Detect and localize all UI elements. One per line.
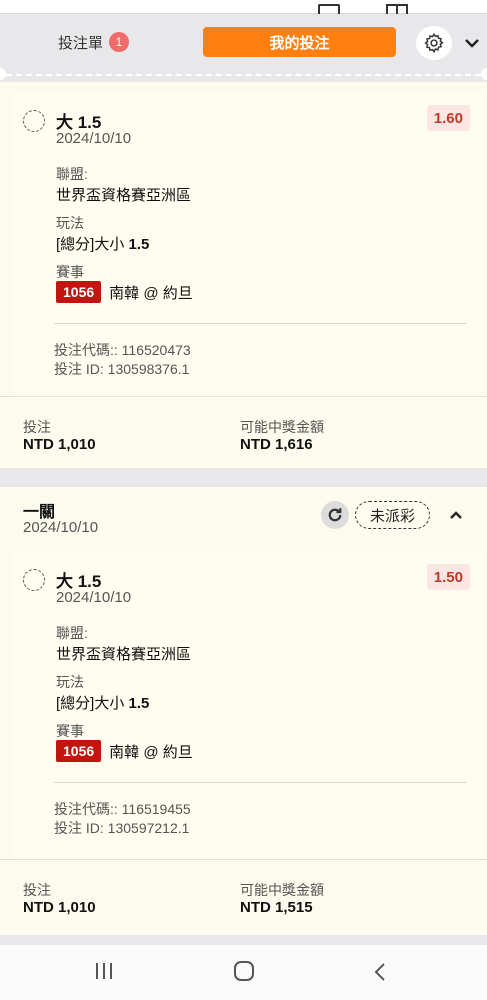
event-id-badge: 1056 [56, 281, 102, 303]
bet-tabs: 投注單 1 我的投注 [0, 14, 487, 74]
recent-apps-icon [103, 963, 105, 979]
league-label: 聯盟: [56, 625, 88, 641]
ticket-notch [481, 68, 487, 80]
ticket-perforation [6, 74, 481, 76]
divider [0, 859, 487, 860]
stake-label: 投注 [23, 419, 51, 435]
event-name: 南韓 @ 約旦 [109, 743, 193, 761]
market-label: 玩法 [56, 674, 84, 690]
stake-label: 投注 [23, 882, 51, 898]
refresh-button[interactable] [321, 501, 349, 529]
market-line: 1.5 [128, 695, 150, 712]
settings-button[interactable] [416, 26, 452, 60]
market-label: 玩法 [56, 215, 84, 231]
event-id-badge: 1056 [56, 740, 102, 762]
status-strip [0, 0, 487, 14]
odds-badge: 1.50 [426, 564, 470, 590]
home-button[interactable] [234, 961, 254, 981]
stake-value: NTD 1,010 [23, 436, 96, 453]
bet-id: 投注 ID: 130598376.1 [54, 361, 190, 377]
back-button[interactable] [374, 962, 392, 982]
bet-code: 投注代碼:: 116519455 [54, 801, 191, 817]
bet-id: 投注 ID: 130597212.1 [54, 820, 190, 836]
event-row: 1056 南韓 @ 約旦 [56, 740, 193, 762]
status-badge: 未派彩 [355, 501, 431, 529]
recent-apps-icon [96, 963, 98, 979]
market-type: [總分]大小 [56, 695, 125, 712]
divider [0, 396, 487, 397]
bet-selection: 大 1.5 2024/10/10 1.50 聯盟: 世界盃資格賽亞洲區 玩法 [… [12, 551, 482, 857]
collapse-button[interactable] [463, 34, 481, 52]
market-value: [總分]大小 1.5 [56, 233, 149, 254]
league-label: 聯盟: [56, 166, 88, 182]
chevron-up-icon [450, 511, 462, 519]
bet-card: 一關 2024/10/10 未派彩 大 1.5 2024/10/10 1.50 … [0, 487, 487, 935]
event-row: 1056 南韓 @ 約旦 [56, 281, 193, 303]
chevron-down-icon [465, 39, 479, 48]
bet-code: 投注代碼:: 116520473 [54, 342, 191, 358]
market-type: [總分]大小 [56, 236, 125, 253]
potential-win-label: 可能中獎金額 [240, 419, 324, 435]
league-value: 世界盃資格賽亞洲區 [56, 646, 192, 663]
gear-icon [424, 32, 444, 54]
potential-win-label: 可能中獎金額 [240, 882, 324, 898]
event-label: 賽事 [56, 264, 84, 280]
bet-date: 2024/10/10 [23, 519, 99, 536]
status-glyph [318, 4, 340, 14]
status-glyph [386, 4, 408, 14]
selection-date: 2024/10/10 [56, 130, 132, 147]
bet-selection: 大 1.5 2024/10/10 1.60 聯盟: 世界盃資格賽亞洲區 玩法 [… [12, 92, 482, 398]
potential-win-value: NTD 1,515 [240, 899, 313, 916]
tab-my-bets[interactable]: 我的投注 [203, 27, 396, 57]
recent-apps-button[interactable] [96, 963, 112, 979]
divider [54, 323, 467, 324]
back-icon [374, 963, 385, 981]
market-value: [總分]大小 1.5 [56, 692, 149, 713]
tab-betslip-label: 投注單 [58, 34, 104, 52]
selection-radio[interactable] [23, 110, 45, 132]
selection-radio[interactable] [23, 569, 45, 591]
potential-win-value: NTD 1,616 [240, 436, 313, 453]
event-name: 南韓 @ 約旦 [109, 284, 193, 302]
betslip-count-badge: 1 [109, 32, 130, 52]
event-label: 賽事 [56, 723, 84, 739]
bet-card: 大 1.5 2024/10/10 1.60 聯盟: 世界盃資格賽亞洲區 玩法 [… [0, 82, 487, 468]
odds-badge: 1.60 [426, 105, 470, 131]
expand-button[interactable] [447, 506, 465, 524]
selection-date: 2024/10/10 [56, 589, 132, 606]
tab-betslip[interactable]: 投注單 1 [58, 30, 130, 54]
market-line: 1.5 [128, 236, 150, 253]
refresh-icon [328, 508, 342, 522]
recent-apps-icon [110, 963, 112, 979]
system-nav-bar [0, 945, 487, 1000]
stake-value: NTD 1,010 [23, 899, 96, 916]
divider [54, 782, 467, 783]
league-value: 世界盃資格賽亞洲區 [56, 187, 192, 204]
